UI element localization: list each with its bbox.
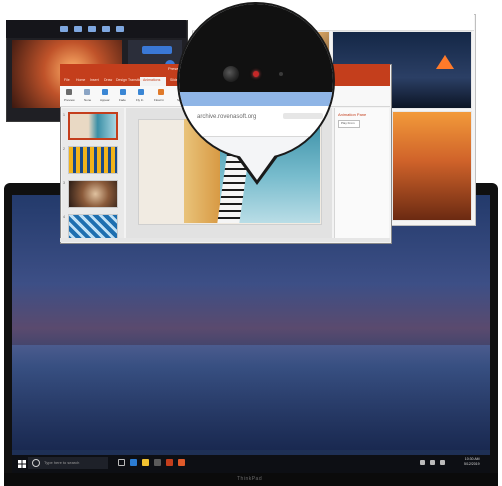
toolbar-icon[interactable] bbox=[102, 26, 110, 32]
battery-icon[interactable] bbox=[440, 460, 445, 465]
search-icon bbox=[32, 459, 40, 467]
anim-fly-in-icon[interactable] bbox=[138, 89, 144, 95]
ribbon-label-fly-in: Fly In bbox=[136, 98, 144, 102]
file-explorer-icon[interactable] bbox=[142, 459, 149, 466]
tab-design[interactable]: Design bbox=[116, 78, 127, 82]
camera-indicator-light bbox=[253, 71, 259, 77]
windows-start-icon[interactable] bbox=[18, 460, 26, 468]
slide-thumbnail[interactable] bbox=[68, 146, 118, 174]
edge-icon[interactable] bbox=[130, 459, 137, 466]
tab-insert[interactable]: Insert bbox=[90, 78, 99, 82]
anim-float-in-icon[interactable] bbox=[158, 89, 164, 95]
taskbar-clock[interactable]: 10:30 AM 5/12/2019 bbox=[464, 457, 480, 466]
address-bar-field bbox=[283, 113, 323, 119]
anim-appear-icon[interactable] bbox=[102, 89, 108, 95]
clock-time: 10:30 AM bbox=[464, 457, 480, 461]
browser-url-text: archive.rovenasoft.org bbox=[197, 114, 257, 120]
ribbon-label-preview: Preview bbox=[64, 98, 75, 102]
tab-file[interactable]: File bbox=[64, 78, 70, 82]
callout-pointer-inner bbox=[239, 155, 275, 180]
tab-animations[interactable]: Animations bbox=[143, 78, 160, 82]
wallpaper-lake bbox=[12, 345, 490, 450]
bezel-closeup bbox=[179, 4, 333, 92]
slide-number: 1 bbox=[63, 113, 65, 117]
ribbon-label-appear: Appear bbox=[100, 98, 110, 102]
anim-fade-icon[interactable] bbox=[120, 89, 126, 95]
ir-sensor bbox=[279, 72, 283, 76]
toolbar-icon[interactable] bbox=[74, 26, 82, 32]
slide-number: 2 bbox=[63, 147, 65, 151]
brand-logo: ThinkPad bbox=[237, 476, 263, 482]
toolbar-icon[interactable] bbox=[60, 26, 68, 32]
toolbar-icon[interactable] bbox=[116, 26, 124, 32]
play-from-label: Play From bbox=[341, 121, 355, 125]
webcam-magnifier-callout: archive.rovenasoft.org bbox=[177, 2, 335, 160]
media-action-button[interactable] bbox=[142, 46, 172, 54]
ribbon-label-float-in: Float In bbox=[154, 98, 165, 102]
anim-none-icon[interactable] bbox=[84, 89, 90, 95]
browser-address-bar bbox=[179, 106, 333, 137]
ribbon-label-fade: Fade bbox=[119, 98, 126, 102]
webcam-icon bbox=[223, 66, 239, 82]
slide-thumbnail-selected[interactable] bbox=[68, 112, 118, 140]
slide-number: 3 bbox=[63, 181, 65, 185]
screen-edge-strip bbox=[179, 92, 333, 106]
slide-thumbnail[interactable] bbox=[68, 180, 118, 208]
powerpoint-taskbar-icon[interactable] bbox=[166, 459, 173, 466]
toolbar-icon[interactable] bbox=[88, 26, 96, 32]
volume-icon[interactable] bbox=[430, 460, 435, 465]
media-app-toolbar bbox=[6, 20, 186, 38]
slide-number: 4 bbox=[63, 215, 65, 219]
photos-taskbar-icon[interactable] bbox=[178, 459, 185, 466]
photo-tile-orange-room[interactable] bbox=[392, 111, 472, 221]
store-icon[interactable] bbox=[154, 459, 161, 466]
tab-home[interactable]: Home bbox=[76, 78, 85, 82]
clock-date: 5/12/2019 bbox=[464, 461, 480, 466]
taskbar-search-placeholder: Type here to search bbox=[44, 460, 80, 465]
powerpoint-status-bar bbox=[60, 238, 390, 242]
network-icon[interactable] bbox=[420, 460, 425, 465]
preview-icon[interactable] bbox=[66, 89, 72, 95]
tab-draw[interactable]: Draw bbox=[104, 78, 112, 82]
animation-pane-title: Animation Pane bbox=[338, 112, 367, 117]
task-view-icon[interactable] bbox=[118, 459, 125, 466]
ribbon-label-none: None bbox=[84, 98, 92, 102]
